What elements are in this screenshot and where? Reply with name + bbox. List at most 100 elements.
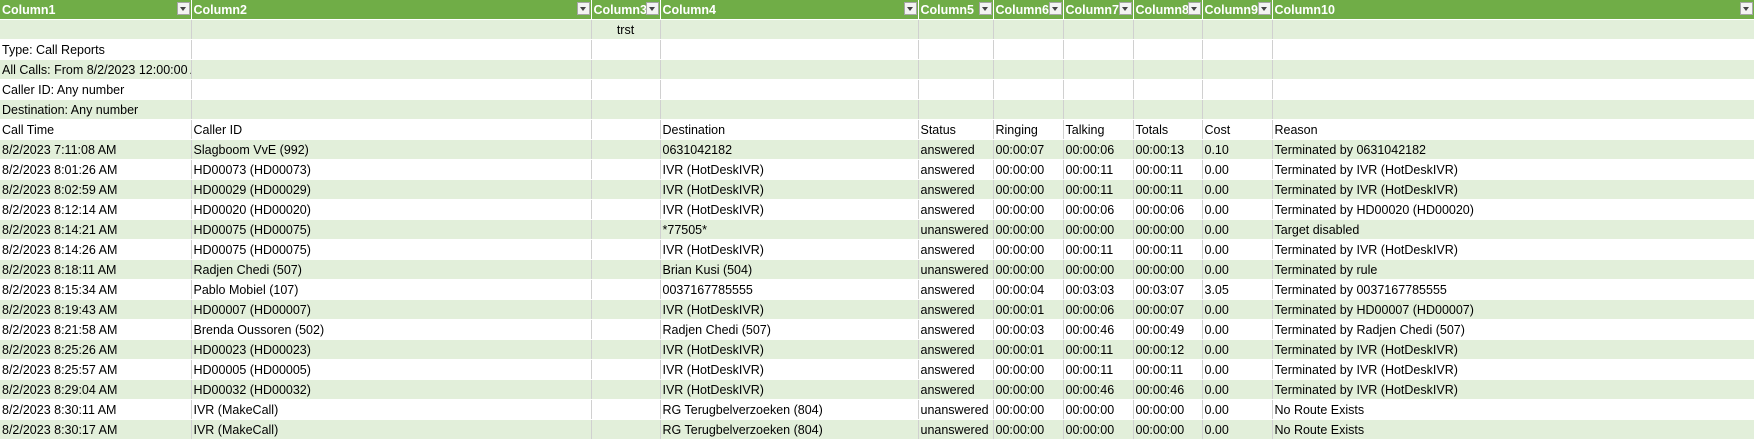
table-cell[interactable]: 00:00:07: [993, 139, 1064, 160]
table-cell[interactable]: 0037167785555: [660, 279, 919, 300]
table-cell[interactable]: unanswered: [918, 419, 994, 440]
table-cell[interactable]: 00:00:06: [1063, 299, 1134, 320]
table-cell[interactable]: Radjen Chedi (507): [660, 319, 919, 340]
table-cell[interactable]: 00:00:12: [1133, 339, 1203, 360]
table-cell[interactable]: 8/2/2023 8:14:21 AM: [0, 219, 192, 240]
filter-dropdown-icon[interactable]: [576, 2, 590, 15]
table-cell[interactable]: [591, 419, 661, 440]
table-cell[interactable]: [1202, 59, 1273, 80]
table-cell[interactable]: Terminated by HD00020 (HD00020): [1272, 199, 1754, 220]
table-cell[interactable]: 00:00:06: [1063, 199, 1134, 220]
table-cell[interactable]: 0.00: [1202, 159, 1273, 180]
table-cell[interactable]: Slagboom VvE (992): [191, 139, 592, 160]
column-header-6[interactable]: Column6: [993, 0, 1064, 20]
table-cell[interactable]: [591, 139, 661, 160]
table-cell[interactable]: 00:00:00: [993, 359, 1064, 380]
table-cell[interactable]: IVR (HotDeskIVR): [660, 159, 919, 180]
table-cell[interactable]: 0.00: [1202, 299, 1273, 320]
table-cell[interactable]: Terminated by 0631042182: [1272, 139, 1754, 160]
table-cell[interactable]: Terminated by IVR (HotDeskIVR): [1272, 179, 1754, 200]
table-cell[interactable]: [1063, 59, 1134, 80]
table-cell[interactable]: HD00007 (HD00007): [191, 299, 592, 320]
table-cell[interactable]: answered: [918, 319, 994, 340]
filter-dropdown-icon[interactable]: [1739, 2, 1753, 15]
table-cell[interactable]: answered: [918, 299, 994, 320]
table-cell[interactable]: answered: [918, 339, 994, 360]
table-cell[interactable]: unanswered: [918, 259, 994, 280]
table-cell[interactable]: [1272, 19, 1754, 40]
table-cell[interactable]: [191, 99, 592, 120]
table-cell[interactable]: unanswered: [918, 399, 994, 420]
table-cell[interactable]: [591, 239, 661, 260]
table-cell[interactable]: 8/2/2023 7:11:08 AM: [0, 139, 192, 160]
table-cell[interactable]: 8/2/2023 8:02:59 AM: [0, 179, 192, 200]
column-header-5[interactable]: Column5: [918, 0, 994, 20]
table-cell[interactable]: [1202, 99, 1273, 120]
table-cell[interactable]: Terminated by HD00007 (HD00007): [1272, 299, 1754, 320]
table-cell[interactable]: 0.00: [1202, 319, 1273, 340]
table-cell[interactable]: No Route Exists: [1272, 399, 1754, 420]
filter-dropdown-icon[interactable]: [903, 2, 917, 15]
column-header-8[interactable]: Column8: [1133, 0, 1203, 20]
table-cell[interactable]: 0.00: [1202, 419, 1273, 440]
table-cell[interactable]: Destination: Any number: [0, 99, 192, 120]
table-cell[interactable]: [918, 39, 994, 60]
table-cell[interactable]: Cost: [1202, 119, 1273, 140]
table-cell[interactable]: 00:00:07: [1133, 299, 1203, 320]
table-cell[interactable]: [1202, 79, 1273, 100]
table-cell[interactable]: 8/2/2023 8:25:26 AM: [0, 339, 192, 360]
table-cell[interactable]: answered: [918, 139, 994, 160]
table-cell[interactable]: 00:00:00: [1063, 219, 1134, 240]
table-cell[interactable]: [591, 219, 661, 240]
table-cell[interactable]: [591, 159, 661, 180]
table-cell[interactable]: HD00023 (HD00023): [191, 339, 592, 360]
table-cell[interactable]: [660, 19, 919, 40]
table-cell[interactable]: [191, 79, 592, 100]
table-cell[interactable]: HD00075 (HD00075): [191, 239, 592, 260]
filter-dropdown-icon[interactable]: [978, 2, 992, 15]
table-cell[interactable]: 8/2/2023 8:18:11 AM: [0, 259, 192, 280]
table-cell[interactable]: [591, 59, 661, 80]
table-cell[interactable]: [191, 39, 592, 60]
table-cell[interactable]: Caller ID: [191, 119, 592, 140]
table-cell[interactable]: 00:00:46: [1063, 319, 1134, 340]
table-cell[interactable]: trst: [591, 19, 661, 40]
table-cell[interactable]: 00:00:11: [1063, 359, 1134, 380]
table-cell[interactable]: Radjen Chedi (507): [191, 259, 592, 280]
table-cell[interactable]: [1133, 19, 1203, 40]
column-header-3[interactable]: Column3: [591, 0, 661, 20]
table-cell[interactable]: 00:00:00: [1133, 259, 1203, 280]
table-cell[interactable]: [591, 279, 661, 300]
table-cell[interactable]: Reason: [1272, 119, 1754, 140]
table-cell[interactable]: 00:00:00: [993, 379, 1064, 400]
table-cell[interactable]: 8/2/2023 8:01:26 AM: [0, 159, 192, 180]
table-cell[interactable]: 00:00:00: [993, 239, 1064, 260]
filter-dropdown-icon[interactable]: [1118, 2, 1132, 15]
table-cell[interactable]: Terminated by IVR (HotDeskIVR): [1272, 159, 1754, 180]
table-cell[interactable]: Target disabled: [1272, 219, 1754, 240]
table-cell[interactable]: IVR (HotDeskIVR): [660, 359, 919, 380]
table-cell[interactable]: [1063, 39, 1134, 60]
table-cell[interactable]: 8/2/2023 8:15:34 AM: [0, 279, 192, 300]
table-cell[interactable]: RG Terugbelverzoeken (804): [660, 399, 919, 420]
table-cell[interactable]: [660, 99, 919, 120]
table-cell[interactable]: HD00005 (HD00005): [191, 359, 592, 380]
table-cell[interactable]: 8/2/2023 8:29:04 AM: [0, 379, 192, 400]
table-cell[interactable]: 00:00:49: [1133, 319, 1203, 340]
column-header-4[interactable]: Column4: [660, 0, 919, 20]
table-cell[interactable]: IVR (HotDeskIVR): [660, 339, 919, 360]
table-cell[interactable]: 00:00:03: [993, 319, 1064, 340]
table-cell[interactable]: HD00020 (HD00020): [191, 199, 592, 220]
table-cell[interactable]: IVR (HotDeskIVR): [660, 199, 919, 220]
table-cell[interactable]: Totals: [1133, 119, 1203, 140]
table-cell[interactable]: [918, 99, 994, 120]
table-cell[interactable]: 00:00:00: [1133, 419, 1203, 440]
table-cell[interactable]: [1063, 99, 1134, 120]
table-cell[interactable]: Destination: [660, 119, 919, 140]
table-cell[interactable]: [1133, 79, 1203, 100]
table-cell[interactable]: HD00075 (HD00075): [191, 219, 592, 240]
table-cell[interactable]: [1063, 19, 1134, 40]
table-cell[interactable]: 8/2/2023 8:12:14 AM: [0, 199, 192, 220]
table-cell[interactable]: answered: [918, 199, 994, 220]
table-cell[interactable]: [591, 99, 661, 120]
